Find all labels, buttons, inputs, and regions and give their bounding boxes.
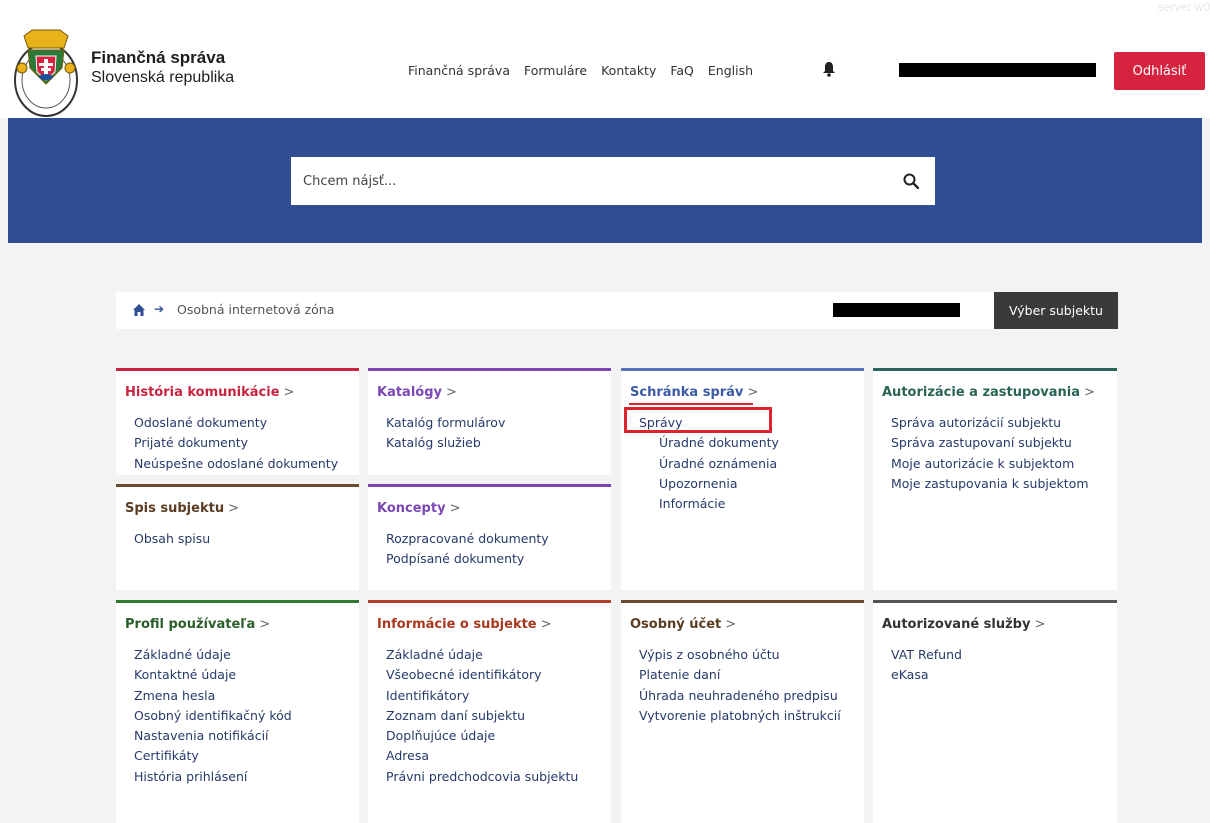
- link-nastavenia-notifikacii[interactable]: Nastavenia notifikácií: [134, 726, 292, 746]
- card-title-sluzby[interactable]: Autorizované služby >: [882, 617, 1045, 632]
- brand[interactable]: Finančná správa Slovenská republika: [91, 48, 234, 88]
- card-autorizacie: Autorizácie a zastupovania > Správa autor…: [873, 368, 1117, 590]
- coat-of-arms-logo[interactable]: [12, 28, 84, 118]
- link-identifikatory[interactable]: Identifikátory: [386, 686, 578, 706]
- card-links: Odoslané dokumenty Prijaté dokumenty Neú…: [134, 413, 338, 474]
- brand-title: Finančná správa: [91, 48, 226, 67]
- search-icon[interactable]: [903, 173, 919, 189]
- user-name-redacted: [899, 63, 1096, 77]
- link-informacie[interactable]: Informácie: [639, 494, 779, 514]
- card-links: Správa autorizácií subjektu Správa zastu…: [891, 413, 1089, 494]
- top-navigation: Finančná správa Formuláre Kontakty FaQ E…: [408, 63, 767, 78]
- card-links: Obsah spisu: [134, 529, 210, 549]
- link-vypis-z-uctu[interactable]: Výpis z osobného účtu: [639, 645, 841, 665]
- card-title-katalogy[interactable]: Katalógy >: [377, 385, 457, 400]
- link-zmena-hesla[interactable]: Zmena hesla: [134, 686, 292, 706]
- card-schranka-sprav: Schránka správ > Správy Úradné dokumenty …: [621, 368, 864, 590]
- link-uhrada-predpisu[interactable]: Úhrada neuhradeného predpisu: [639, 686, 841, 706]
- nav-link-english[interactable]: English: [708, 63, 753, 78]
- card-links: Rozpracované dokumenty Podpísané dokumen…: [386, 529, 549, 570]
- bell-icon[interactable]: [821, 61, 837, 77]
- link-sprava-zastupovani[interactable]: Správa zastupovaní subjektu: [891, 433, 1089, 453]
- card-spis-subjektu: Spis subjektu > Obsah spisu: [116, 484, 359, 590]
- link-obsah-spisu[interactable]: Obsah spisu: [134, 529, 210, 549]
- select-subject-button[interactable]: Výber subjektu: [994, 292, 1118, 329]
- link-doplnujuce-udaje[interactable]: Doplňujúce údaje: [386, 726, 578, 746]
- card-title-autorizacie[interactable]: Autorizácie a zastupovania >: [882, 385, 1095, 400]
- home-icon[interactable]: [132, 303, 146, 317]
- card-koncepty: Koncepty > Rozpracované dokumenty Podpísa…: [368, 484, 611, 590]
- card-links: Katalóg formulárov Katalóg služieb: [386, 413, 505, 454]
- link-zakladne-udaje[interactable]: Základné údaje: [134, 645, 292, 665]
- link-certifikaty[interactable]: Certifikáty: [134, 746, 292, 766]
- link-odoslane-dokumenty[interactable]: Odoslané dokumenty: [134, 413, 338, 433]
- card-title-informacie[interactable]: Informácie o subjekte >: [377, 617, 552, 632]
- link-podpisane-dokumenty[interactable]: Podpísané dokumenty: [386, 549, 549, 569]
- link-moje-autorizacie[interactable]: Moje autorizácie k subjektom: [891, 454, 1089, 474]
- link-rozpracovane-dokumenty[interactable]: Rozpracované dokumenty: [386, 529, 549, 549]
- server-tag: server w0: [1157, 0, 1210, 14]
- card-informacie-o-subjekte: Informácie o subjekte > Základné údaje Vš…: [368, 600, 611, 823]
- link-vat-refund[interactable]: VAT Refund: [891, 645, 962, 665]
- breadcrumb-current: Osobná internetová zóna: [177, 302, 335, 317]
- brand-subtitle: Slovenská republika: [91, 69, 235, 86]
- logout-button[interactable]: Odhlásiť: [1114, 52, 1205, 90]
- link-moje-zastupovania[interactable]: Moje zastupovania k subjektom: [891, 474, 1089, 494]
- card-title-ucet[interactable]: Osobný účet >: [630, 617, 736, 632]
- link-pravni-predchodcovia[interactable]: Právni predchodcovia subjektu: [386, 767, 578, 787]
- link-platobne-instrukcie[interactable]: Vytvorenie platobných inštrukcií: [639, 706, 841, 726]
- link-adresa[interactable]: Adresa: [386, 746, 578, 766]
- card-links: Základné údaje Kontaktné údaje Zmena hes…: [134, 645, 292, 787]
- card-title-koncepty[interactable]: Koncepty >: [377, 501, 460, 516]
- card-profil-pouzivatela: Profil používateľa > Základné údaje Konta…: [116, 600, 359, 823]
- search-input[interactable]: [291, 157, 881, 205]
- link-uradne-oznamenia[interactable]: Úradné oznámenia: [639, 454, 779, 474]
- link-kontaktne-udaje[interactable]: Kontaktné údaje: [134, 665, 292, 685]
- card-title-schranka[interactable]: Schránka správ >: [630, 385, 758, 400]
- link-prijate-dokumenty[interactable]: Prijaté dokumenty: [134, 433, 338, 453]
- nav-link-faq[interactable]: FaQ: [670, 63, 694, 78]
- nav-link-financna-sprava[interactable]: Finančná správa: [408, 63, 510, 78]
- nav-link-kontakty[interactable]: Kontakty: [601, 63, 656, 78]
- search-box: [291, 157, 935, 205]
- link-sprava-autorizacii[interactable]: Správa autorizácií subjektu: [891, 413, 1089, 433]
- card-links: Výpis z osobného účtu Platenie daní Úhra…: [639, 645, 841, 726]
- link-historia-prihlaseni[interactable]: História prihlásení: [134, 767, 292, 787]
- link-uradne-dokumenty[interactable]: Úradné dokumenty: [639, 433, 779, 453]
- breadcrumb-arrow-icon: ➔: [154, 302, 165, 316]
- card-links: VAT Refund eKasa: [891, 645, 962, 686]
- card-historia-komunikacie: História komunikácie > Odoslané dokumenty…: [116, 368, 359, 475]
- link-vseobecne-identifikatory[interactable]: Všeobecné identifikátory: [386, 665, 578, 685]
- card-osobny-ucet: Osobný účet > Výpis z osobného účtu Plate…: [621, 600, 864, 823]
- highlight-underline: [629, 403, 753, 405]
- card-title-historia[interactable]: História komunikácie >: [125, 385, 294, 400]
- card-title-spis[interactable]: Spis subjektu >: [125, 501, 239, 516]
- card-title-profil[interactable]: Profil používateľa >: [125, 617, 270, 632]
- subject-name-redacted: [833, 303, 960, 317]
- nav-link-formulare[interactable]: Formuláre: [524, 63, 587, 78]
- link-katalog-sluzieb[interactable]: Katalóg služieb: [386, 433, 505, 453]
- link-zoznam-dani[interactable]: Zoznam daní subjektu: [386, 706, 578, 726]
- link-zakladne-udaje-subjektu[interactable]: Základné údaje: [386, 645, 578, 665]
- card-autorizovane-sluzby: Autorizované služby > VAT Refund eKasa: [873, 600, 1117, 823]
- highlight-box: [624, 407, 772, 433]
- card-links: Základné údaje Všeobecné identifikátory …: [386, 645, 578, 787]
- card-katalogy: Katalógy > Katalóg formulárov Katalóg slu…: [368, 368, 611, 475]
- link-upozornenia[interactable]: Upozornenia: [639, 474, 779, 494]
- link-ekasa[interactable]: eKasa: [891, 665, 962, 685]
- site-header: Finančná správa Slovenská republika serv…: [0, 0, 1210, 118]
- link-katalog-formularov[interactable]: Katalóg formulárov: [386, 413, 505, 433]
- link-osobny-identifikacny-kod[interactable]: Osobný identifikačný kód: [134, 706, 292, 726]
- link-platenie-dani[interactable]: Platenie daní: [639, 665, 841, 685]
- link-neuspesne-odoslane[interactable]: Neúspešne odoslané dokumenty: [134, 454, 338, 474]
